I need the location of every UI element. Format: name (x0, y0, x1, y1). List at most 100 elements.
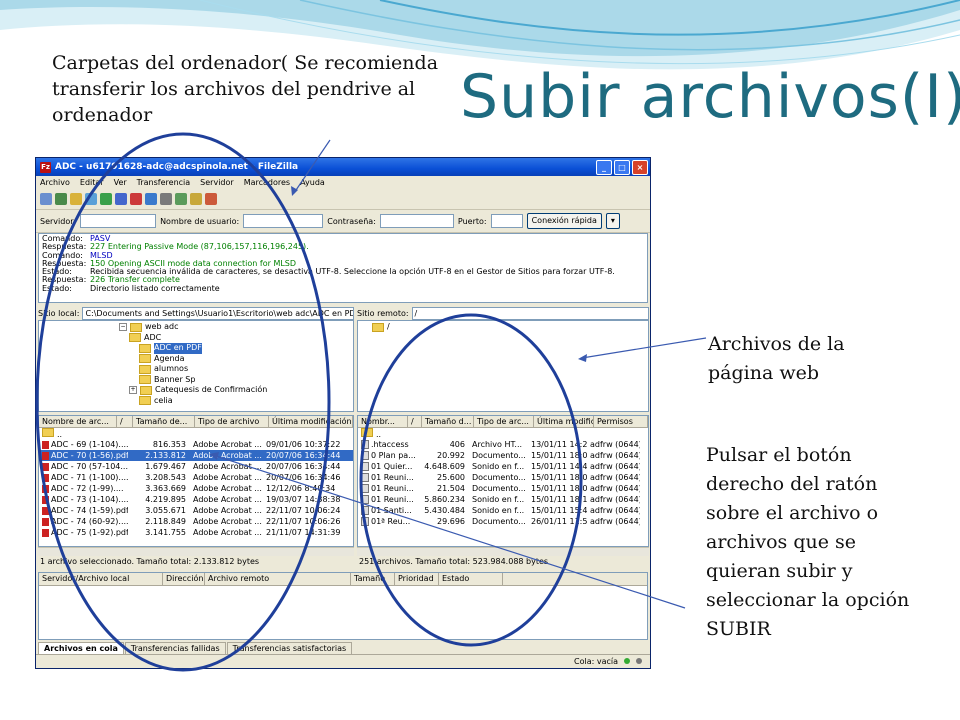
file-date: 21/11/07 14:31:39 (263, 527, 346, 538)
column-header[interactable]: Nombr... (358, 416, 408, 427)
local-path-input[interactable]: C:\Documents and Settings\Usuario1\Escri… (82, 306, 354, 320)
file-row[interactable]: ADC - 73 (1-104).... 4.219.895 Adobe Acrob… (39, 494, 353, 505)
file-perm-text: adfrw (0644) (590, 517, 640, 526)
tree-item[interactable]: Banner Sp (39, 375, 353, 386)
tree-item[interactable]: Agenda (39, 354, 353, 365)
file-type-text: Documento... (472, 473, 526, 482)
filter-icon[interactable] (175, 193, 187, 205)
column-header[interactable]: Tamaño de... (133, 416, 195, 427)
file-row[interactable]: 0 Plan pa... 20.992 Documento... 15/01/11 1… (358, 450, 648, 461)
tree-item[interactable]: celia (39, 396, 353, 407)
file-row[interactable]: 01 Reuni... 21.504 Documento... 15/01/11 18… (358, 483, 648, 494)
file-row[interactable]: 01 Quier... 4.648.609 Sonido en f... 15/01/… (358, 461, 648, 472)
menu-archivo[interactable]: Archivo (40, 178, 70, 187)
file-date: 15/01/11 18:07... (528, 450, 587, 461)
file-row[interactable]: ADC - 70 (57-104.... 1.679.467 Adobe Acrob… (39, 461, 353, 472)
pdf-icon (42, 528, 49, 537)
disconnect-icon[interactable] (145, 193, 157, 205)
host-input[interactable] (80, 214, 157, 228)
quickconnect-dropdown[interactable]: ▾ (605, 213, 620, 229)
menu-editar[interactable]: Editar (80, 178, 104, 187)
column-header[interactable]: Permisos (594, 416, 648, 427)
file-size: 5.860.234 (417, 494, 469, 505)
column-header[interactable]: / (408, 416, 422, 427)
user-input[interactable] (243, 214, 324, 228)
file-row[interactable]: .htaccess 406 Archivo HT... 13/01/11 14:22.… (358, 439, 648, 450)
file-row[interactable]: ADC - 70 (1-56).pdf 2.133.812 Adobe Acroba… (39, 450, 353, 461)
queue-column-header[interactable]: Tamaño (351, 573, 395, 585)
file-type-text: Adobe Acrobat ... (193, 484, 262, 493)
password-input[interactable] (379, 214, 454, 228)
process-queue-icon[interactable] (115, 193, 127, 205)
toggle-tree-icon[interactable] (70, 193, 82, 205)
file-row[interactable]: ADC - 69 (1-104).... 816.353 Adobe Acrobat… (39, 439, 353, 450)
remote-path-input[interactable]: / (411, 306, 649, 320)
file-row[interactable]: .. (39, 428, 353, 439)
column-header[interactable]: Última modificación (269, 416, 353, 427)
transfer-queue: Servidor/Archivo local Dirección Archivo r… (38, 572, 648, 640)
local-hscrollbar[interactable] (38, 547, 354, 556)
file-type: Documento... (469, 450, 528, 461)
toggle-remote-tree-icon[interactable] (85, 193, 97, 205)
tree-item[interactable]: ADC en PDF (39, 343, 353, 354)
local-site-label: Sitio local: (38, 308, 80, 318)
expand-icon[interactable]: − (119, 323, 127, 332)
tree-item[interactable]: ADC (39, 333, 353, 344)
column-header[interactable]: Tipo de archivo (195, 416, 269, 427)
menu-marcadores[interactable]: Marcadores (244, 178, 290, 187)
file-row[interactable]: ADC - 74 (1-59).pdf 3.055.671 Adobe Acroba… (39, 505, 353, 516)
column-header[interactable]: Última modifica... (534, 416, 594, 427)
minimize-button[interactable]: _ (596, 160, 612, 175)
file-type: Sonido en f... (469, 461, 528, 472)
tree-item[interactable]: alumnos (39, 364, 353, 375)
maximize-button[interactable]: □ (614, 160, 630, 175)
pdf-icon (42, 440, 49, 449)
refresh-icon[interactable] (100, 193, 112, 205)
file-row[interactable]: 01 Santi... 5.430.484 Sonido en f... 15/01/… (358, 505, 648, 516)
file-row[interactable]: 01 Reuni... 5.860.234 Sonido en f... 15/01/… (358, 494, 648, 505)
pass-label: Contraseña: (327, 216, 376, 226)
window-titlebar[interactable]: Fz ADC - u61791628-adc@adcspinola.net - … (36, 158, 650, 176)
column-header[interactable]: Tipo de arc... (474, 416, 534, 427)
file-row[interactable]: ADC - 74 (60-92).... 2.118.849 Adobe Acrob… (39, 516, 353, 527)
pdf-icon (42, 484, 49, 493)
sync-browse-icon[interactable] (190, 193, 202, 205)
queue-column-header[interactable]: Archivo remoto (205, 573, 351, 585)
file-row[interactable]: 01ª Reu... 29.696 Documento... 26/01/11 11:… (358, 516, 648, 527)
site-manager-icon[interactable] (40, 193, 52, 205)
folder-icon (139, 375, 151, 385)
queue-column-header[interactable]: Prioridad (395, 573, 439, 585)
column-header[interactable]: / (117, 416, 133, 427)
toggle-log-icon[interactable] (55, 193, 67, 205)
menu-ver[interactable]: Ver (114, 178, 127, 187)
tree-item[interactable]: / (358, 322, 648, 333)
expand-icon[interactable]: + (129, 386, 137, 395)
close-button[interactable]: × (632, 160, 648, 175)
file-perm-text: adfrw (0644) (590, 440, 640, 449)
tree-item[interactable]: + Catequesis de Confirmación (39, 385, 353, 396)
column-header[interactable]: Tamaño d... (422, 416, 474, 427)
column-header[interactable]: Nombre de arc... (39, 416, 117, 427)
file-row[interactable]: ADC - 75 (1-92).pdf 3.141.755 Adobe Acroba… (39, 527, 353, 538)
tree-item[interactable]: − web adc (39, 322, 353, 333)
file-name-text: ADC - 69 (1-104).... (51, 440, 128, 449)
reconnect-icon[interactable] (160, 193, 172, 205)
queue-column-header[interactable]: Servidor/Archivo local (39, 573, 163, 585)
quickconnect-button[interactable]: Conexión rápida (526, 213, 602, 229)
menu-ayuda[interactable]: Ayuda (300, 178, 325, 187)
port-input[interactable] (490, 214, 523, 228)
filezilla-logo-icon: Fz (40, 161, 51, 173)
file-row[interactable]: ADC - 71 (1-100).... 3.208.543 Adobe Acrob… (39, 472, 353, 483)
remote-hscrollbar[interactable] (357, 547, 649, 556)
file-size-text: 3.141.755 (145, 528, 186, 537)
file-row[interactable]: .. (358, 428, 648, 439)
menu-servidor[interactable]: Servidor (200, 178, 234, 187)
queue-column-header[interactable]: Dirección (163, 573, 205, 585)
cancel-icon[interactable] (130, 193, 142, 205)
file-date: 09/01/06 10:37:22 (263, 439, 346, 450)
file-row[interactable]: 01 Reuni... 25.600 Documento... 15/01/11 18… (358, 472, 648, 483)
menu-transferencia[interactable]: Transferencia (137, 178, 191, 187)
queue-column-header[interactable]: Estado (439, 573, 503, 585)
search-icon[interactable] (205, 193, 217, 205)
file-row[interactable]: ADC - 72 (1-99).... 3.363.669 Adobe Acroba… (39, 483, 353, 494)
